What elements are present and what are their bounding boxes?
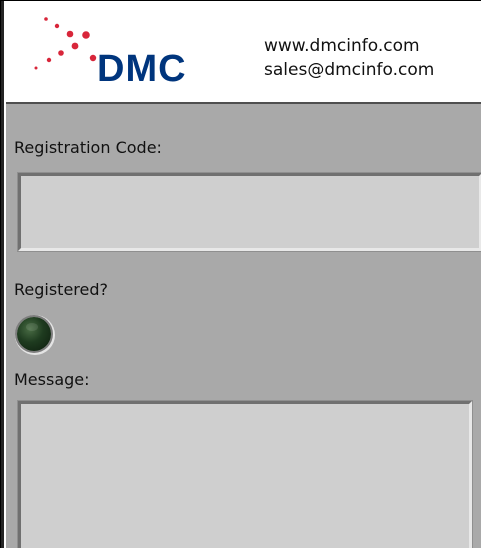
message-field: [17, 400, 473, 548]
message-label: Message:: [14, 370, 90, 389]
window-left-edge: [1, 1, 4, 548]
registration-panel: Registration Code: Registered? Message:: [6, 102, 481, 548]
registered-label: Registered?: [14, 280, 109, 299]
email-text: sales@dmcinfo.com: [264, 60, 435, 80]
registration-code-field[interactable]: [17, 172, 481, 252]
contact-info: www.dmcinfo.com sales@dmcinfo.com: [264, 34, 434, 82]
dmc-logo: DMC: [34, 17, 187, 90]
registration-window: DMC www.dmcinfo.com sales@dmcinfo.com Re…: [0, 0, 481, 548]
registered-led-indicator: [17, 317, 51, 351]
website-text: www.dmcinfo.com: [264, 36, 420, 56]
header-banner: DMC www.dmcinfo.com sales@dmcinfo.com: [6, 1, 481, 102]
dmc-wordmark: DMC: [97, 48, 187, 90]
registration-code-label: Registration Code:: [14, 138, 162, 157]
logo-dots: [34, 17, 97, 70]
